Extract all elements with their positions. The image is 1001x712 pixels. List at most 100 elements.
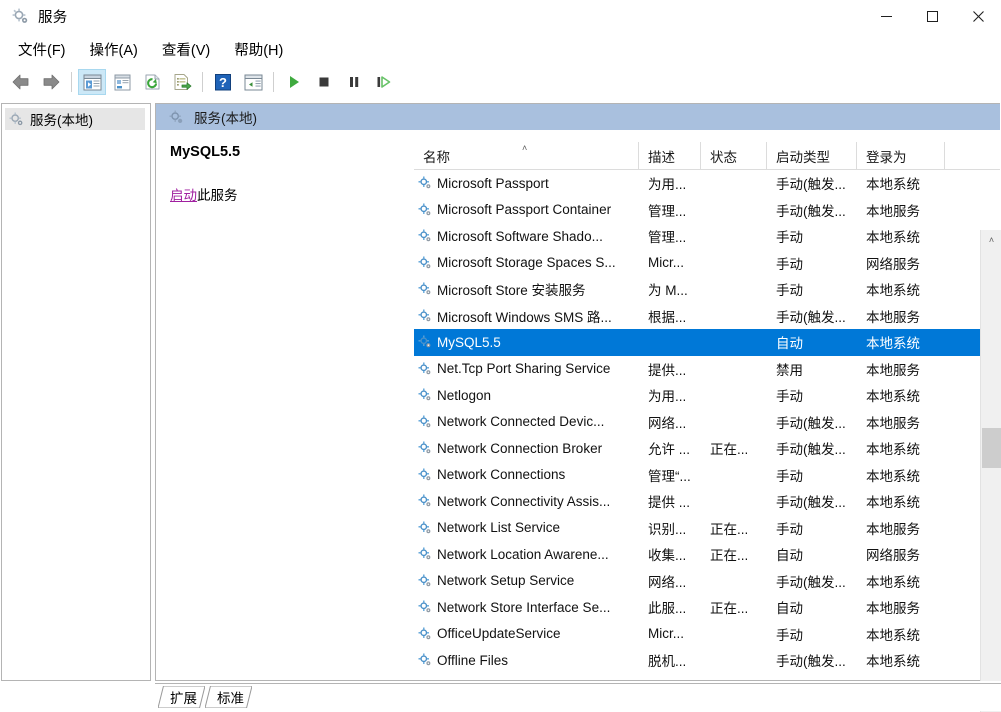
service-name-text: Network List Service — [437, 520, 561, 536]
start-service-icon[interactable] — [280, 69, 308, 95]
menu-help[interactable]: 帮助(H) — [224, 35, 293, 64]
service-gear-icon — [418, 335, 432, 349]
service-name-text: Netlogon — [437, 387, 492, 403]
table-row[interactable]: Network Connections 管理“... 手动 本地系统 — [414, 462, 1000, 489]
menu-bar: 文件(F) 操作(A) 查看(V) 帮助(H) — [0, 33, 1001, 66]
close-button[interactable] — [955, 0, 1001, 33]
cell-service-name: Net.Tcp Port Sharing Service — [414, 361, 639, 376]
table-row[interactable]: Network Store Interface Se... 此服... 正在... 自… — [414, 594, 1000, 621]
cell-startup-type: 手动 — [776, 256, 803, 272]
service-name-text: Network Connections — [437, 467, 566, 483]
services-gear-icon — [9, 112, 24, 127]
show-hide-console-tree-icon[interactable] — [78, 69, 106, 95]
service-name-text: Microsoft Software Shado... — [437, 228, 603, 244]
minimize-icon — [880, 16, 892, 17]
results-vertical-scrollbar[interactable]: ˄ ˅ — [980, 230, 1001, 712]
cell-startup-type: 手动(触发... — [776, 415, 846, 431]
column-header-name[interactable]: 名称 ˄ — [414, 142, 639, 169]
tree-node-label: 服务(本地) — [30, 113, 93, 128]
table-row[interactable]: Microsoft Passport 为用... 手动(触发... 本地系统 — [414, 170, 1000, 197]
cell-service-name: MySQL5.5 — [414, 335, 639, 350]
table-row[interactable]: Microsoft Passport Container 管理... 手动(触发..… — [414, 197, 1000, 224]
cell-description: Micr... — [648, 255, 684, 271]
export-list-icon[interactable] — [168, 69, 196, 95]
cell-description: 提供... — [648, 362, 687, 378]
forward-icon[interactable] — [37, 69, 65, 95]
help-icon[interactable]: ? — [209, 69, 237, 95]
table-row[interactable]: Network Connected Devic... 网络... 手动(触发... 本… — [414, 409, 1000, 436]
table-row[interactable]: OneSyncSvc_382f0此服...正在...自动(延迟...本地系统 — [414, 674, 1000, 680]
cell-status: 正在... — [710, 442, 749, 458]
service-gear-icon — [418, 362, 432, 376]
restart-service-icon[interactable] — [370, 69, 398, 95]
table-row[interactable]: Microsoft Software Shado... 管理... 手动 本地系统 — [414, 223, 1000, 250]
table-row[interactable]: OfficeUpdateService Micr... 手动 本地系统 — [414, 621, 1000, 648]
service-action-text: 启动此服务 — [170, 184, 398, 204]
column-header-log-on-as[interactable]: 登录为 — [857, 142, 945, 169]
table-row[interactable]: Offline Files 脱机... 手动(触发... 本地系统 — [414, 647, 1000, 674]
sort-ascending-icon: ˄ — [522, 143, 528, 153]
column-header-description[interactable]: 描述 — [639, 142, 701, 169]
minimize-button[interactable] — [863, 0, 909, 33]
service-gear-icon — [418, 574, 432, 588]
cell-description: 为用... — [648, 389, 687, 405]
start-service-link[interactable]: 启动 — [170, 188, 197, 203]
stop-service-icon[interactable] — [310, 69, 338, 95]
cell-description: 管理“... — [648, 468, 691, 484]
service-gear-icon — [418, 229, 432, 243]
cell-startup-type: 手动(触发... — [776, 654, 846, 670]
menu-file[interactable]: 文件(F) — [8, 35, 76, 64]
column-header-description-label: 描述 — [648, 149, 675, 165]
service-name-text: Microsoft Passport — [437, 175, 549, 191]
properties-icon[interactable] — [108, 69, 136, 95]
cell-log-on-as: 网络服务 — [866, 256, 920, 272]
window-controls — [863, 0, 1001, 33]
table-row[interactable]: Network List Service 识别... 正在... 手动 本地服务 — [414, 515, 1000, 542]
show-hide-action-pane-icon[interactable] — [239, 69, 267, 95]
table-row[interactable]: Microsoft Windows SMS 路... 根据... 手动(触发... 本… — [414, 303, 1000, 330]
scroll-up-arrow-icon[interactable]: ˄ — [981, 230, 1001, 249]
table-row[interactable]: MySQL5.5 自动 本地系统 — [414, 329, 1000, 356]
table-row[interactable]: Net.Tcp Port Sharing Service 提供... 禁用 本地服务 — [414, 356, 1000, 383]
cell-log-on-as: 本地系统 — [866, 177, 920, 193]
cell-log-on-as: 本地系统 — [866, 389, 920, 405]
maximize-icon — [926, 11, 938, 22]
pause-service-icon[interactable] — [340, 69, 368, 95]
service-name-text: Network Connected Devic... — [437, 414, 605, 430]
pane-header: 服务(本地) — [156, 104, 1000, 130]
table-row[interactable]: Microsoft Store 安装服务 为 M... 手动 本地系统 — [414, 276, 1000, 303]
services-window: 服务 文件(F) 操作(A) 查看(V) 帮助(H) ? 服务(本地) 服务(本… — [0, 0, 1001, 712]
refresh-icon[interactable] — [138, 69, 166, 95]
cell-service-name: Network Store Interface Se... — [414, 600, 639, 615]
scrollbar-thumb[interactable] — [982, 428, 1001, 468]
table-row[interactable]: Microsoft Storage Spaces S... Micr... 手动 网络… — [414, 250, 1000, 277]
back-icon[interactable] — [7, 69, 35, 95]
cell-startup-type: 手动(触发... — [776, 495, 846, 511]
table-body: Microsoft Passport 为用... 手动(触发... 本地系统 Micr… — [414, 170, 1000, 680]
cell-log-on-as: 本地系统 — [866, 574, 920, 590]
window-title: 服务 — [38, 10, 68, 26]
table-row[interactable]: Network Connectivity Assis... 提供 ... 手动(触发… — [414, 488, 1000, 515]
table-row[interactable]: Network Connection Broker 允许 ... 正在... 手动(触… — [414, 435, 1000, 462]
table-row[interactable]: Netlogon 为用... 手动 本地系统 — [414, 382, 1000, 409]
cell-log-on-as: 网络服务 — [866, 548, 920, 564]
cell-service-name: Network Setup Service — [414, 573, 639, 588]
table-row[interactable]: Network Setup Service 网络... 手动(触发... 本地系统 — [414, 568, 1000, 595]
service-gear-icon — [418, 256, 432, 270]
tree-node-services-local[interactable]: 服务(本地) — [5, 108, 145, 130]
maximize-button[interactable] — [909, 0, 955, 33]
column-header-startup-type[interactable]: 启动类型 — [767, 142, 857, 169]
cell-log-on-as: 本地系统 — [866, 495, 920, 511]
tab-extended[interactable]: 扩展 — [158, 686, 205, 708]
cell-service-name: Microsoft Passport Container — [414, 202, 639, 217]
toolbar-separator-2 — [202, 72, 203, 92]
service-gear-icon — [418, 547, 432, 561]
table-row[interactable]: Network Location Awarene... 收集... 正在... 自动 网… — [414, 541, 1000, 568]
column-header-status[interactable]: 状态 — [701, 142, 767, 169]
column-header-filler — [945, 142, 1000, 169]
menu-action[interactable]: 操作(A) — [80, 35, 148, 64]
tab-standard[interactable]: 标准 — [205, 686, 252, 708]
menu-view[interactable]: 查看(V) — [152, 35, 220, 64]
cell-startup-type: 手动 — [776, 468, 803, 484]
cell-service-name: Microsoft Store 安装服务 — [414, 279, 639, 299]
